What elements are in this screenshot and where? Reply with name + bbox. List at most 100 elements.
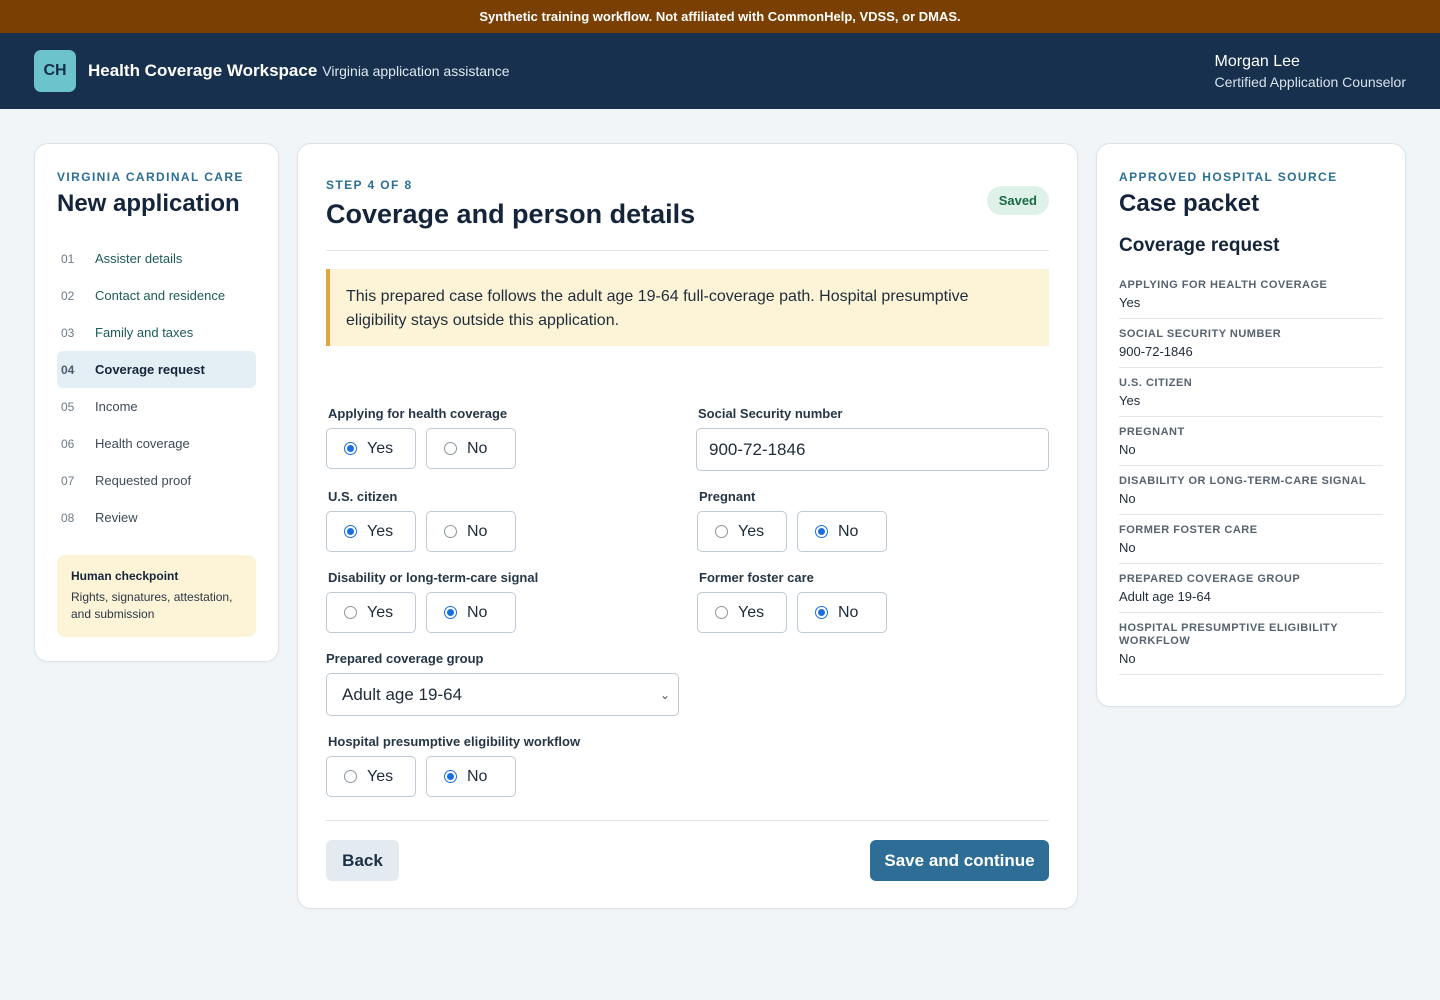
foster-no-radio[interactable]: No: [797, 592, 887, 633]
step-item-requested-proof[interactable]: 07 Requested proof: [57, 462, 256, 499]
pregnant-field: Pregnant Yes No: [697, 489, 887, 552]
ssn-input[interactable]: 900-72-1846: [696, 428, 1049, 471]
fact-key: PREGNANT: [1119, 426, 1185, 438]
field-label: Applying for health coverage: [328, 406, 508, 421]
hpe-no-radio[interactable]: No: [426, 756, 516, 797]
applying-radio-group: Yes No: [326, 428, 516, 469]
disability-yes-radio[interactable]: Yes: [326, 592, 416, 633]
radio-label: No: [467, 439, 488, 457]
back-button[interactable]: Back: [326, 840, 399, 881]
step-item-family-taxes[interactable]: 03 Family and taxes: [57, 314, 256, 351]
radio-dot-selected: [815, 606, 828, 619]
step-item-health-coverage[interactable]: 06 Health coverage: [57, 425, 256, 462]
step-item-coverage-request[interactable]: 04 Coverage request: [57, 351, 256, 388]
radio-dot-selected: [444, 770, 457, 783]
step-indicator: STEP 4 OF 8: [326, 178, 413, 192]
step-item-assister-details[interactable]: 01 Assister details: [57, 240, 256, 277]
step-item-contact-residence[interactable]: 02 Contact and residence: [57, 277, 256, 314]
field-label: Disability or long-term-care signal: [328, 570, 539, 585]
sidebar-title: New application: [57, 190, 240, 217]
packet-eyebrow: APPROVED HOSPITAL SOURCE: [1119, 170, 1338, 184]
radio-dot: [715, 606, 728, 619]
coverage-form-card: STEP 4 OF 8 Coverage and person details …: [297, 143, 1078, 909]
human-checkpoint-note: Human checkpoint Rights, signatures, att…: [57, 555, 256, 637]
checkpoint-text: Rights, signatures, attestation, and sub…: [71, 590, 233, 621]
citizen-no-radio[interactable]: No: [426, 511, 516, 552]
coverage-group-select[interactable]: Adult age 19-64 ⌄: [326, 673, 679, 716]
checkpoint-title: Human checkpoint: [71, 569, 179, 583]
application-steps-panel: VIRGINIA CARDINAL CARE New application 0…: [34, 143, 279, 662]
radio-label: No: [467, 767, 488, 785]
hpe-field: Hospital presumptive eligibility workflo…: [326, 734, 580, 797]
fact-key: SOCIAL SECURITY NUMBER: [1119, 328, 1282, 340]
ssn-field: Social Security number 900-72-1846: [696, 406, 1049, 471]
user-role: Certified Application Counselor: [1214, 73, 1406, 90]
fact-value: Yes: [1119, 393, 1141, 408]
field-label: Former foster care: [699, 570, 814, 585]
radio-label: No: [467, 522, 488, 540]
field-label: Social Security number: [698, 406, 843, 421]
foster-radio-group: Yes No: [697, 592, 887, 633]
step-number: 03: [61, 325, 75, 340]
field-label: Pregnant: [699, 489, 756, 504]
chevron-down-icon: ⌄: [659, 687, 670, 702]
step-label: Income: [95, 399, 138, 414]
hpe-yes-radio[interactable]: Yes: [326, 756, 416, 797]
field-label: U.S. citizen: [328, 489, 398, 504]
radio-dot-selected: [344, 442, 357, 455]
step-number: 04: [61, 362, 75, 377]
fact-key: HOSPITAL PRESUMPTIVE ELIGIBILITY WORKFLO…: [1119, 622, 1338, 647]
packet-fact: APPLYING FOR HEALTH COVERAGE Yes: [1119, 270, 1383, 319]
packet-fact-list: APPLYING FOR HEALTH COVERAGE Yes SOCIAL S…: [1119, 270, 1383, 675]
fact-value: No: [1119, 540, 1136, 555]
fact-value: 900-72-1846: [1119, 344, 1193, 359]
applying-yes-radio[interactable]: Yes: [326, 428, 416, 469]
foster-care-field: Former foster care Yes No: [697, 570, 887, 633]
step-number: 06: [61, 436, 75, 451]
footer-divider: [326, 820, 1049, 821]
packet-fact: FORMER FOSTER CARE No: [1119, 515, 1383, 564]
step-item-income[interactable]: 05 Income: [57, 388, 256, 425]
disclaimer-banner: Synthetic training workflow. Not affilia…: [0, 0, 1440, 33]
radio-label: No: [838, 522, 859, 540]
fact-value: No: [1119, 491, 1136, 506]
citizen-radio-group: Yes No: [326, 511, 516, 552]
packet-fact: U.S. CITIZEN Yes: [1119, 368, 1383, 417]
step-number: 07: [61, 473, 75, 488]
path-notice: This prepared case follows the adult age…: [326, 269, 1049, 346]
step-label: Review: [95, 510, 138, 525]
pregnant-yes-radio[interactable]: Yes: [697, 511, 787, 552]
select-value: Adult age 19-64: [342, 684, 463, 704]
step-list: 01 Assister details 02 Contact and residen…: [57, 240, 256, 536]
save-continue-button[interactable]: Save and continue: [870, 840, 1049, 881]
step-label: Requested proof: [95, 473, 192, 488]
packet-section-title: Coverage request: [1119, 235, 1280, 256]
pregnant-no-radio[interactable]: No: [797, 511, 887, 552]
foster-yes-radio[interactable]: Yes: [697, 592, 787, 633]
program-eyebrow: VIRGINIA CARDINAL CARE: [57, 170, 244, 184]
radio-dot: [344, 770, 357, 783]
fact-value: Yes: [1119, 295, 1141, 310]
disability-field: Disability or long-term-care signal Yes …: [326, 570, 538, 633]
field-label: Prepared coverage group: [326, 651, 484, 666]
packet-fact: DISABILITY OR LONG-TERM-CARE SIGNAL No: [1119, 466, 1383, 515]
radio-label: Yes: [367, 603, 394, 621]
fact-key: U.S. CITIZEN: [1119, 377, 1193, 389]
disability-no-radio[interactable]: No: [426, 592, 516, 633]
page-title: Coverage and person details: [326, 199, 696, 229]
user-info: Morgan Lee Certified Application Counsel…: [1215, 53, 1406, 90]
case-packet-panel: APPROVED HOSPITAL SOURCE Case packet Cov…: [1096, 143, 1406, 707]
packet-fact: SOCIAL SECURITY NUMBER 900-72-1846: [1119, 319, 1383, 368]
packet-fact: PREPARED COVERAGE GROUP Adult age 19-64: [1119, 564, 1383, 613]
radio-label: Yes: [738, 522, 765, 540]
fact-key: APPLYING FOR HEALTH COVERAGE: [1119, 279, 1328, 291]
packet-fact: PREGNANT No: [1119, 417, 1383, 466]
radio-label: Yes: [367, 767, 394, 785]
fact-key: DISABILITY OR LONG-TERM-CARE SIGNAL: [1119, 475, 1367, 487]
app-title: Health Coverage Workspace: [88, 61, 318, 80]
citizen-yes-radio[interactable]: Yes: [326, 511, 416, 552]
applying-no-radio[interactable]: No: [426, 428, 516, 469]
radio-label: Yes: [367, 439, 394, 457]
step-item-review[interactable]: 08 Review: [57, 499, 256, 536]
radio-label: Yes: [738, 603, 765, 621]
